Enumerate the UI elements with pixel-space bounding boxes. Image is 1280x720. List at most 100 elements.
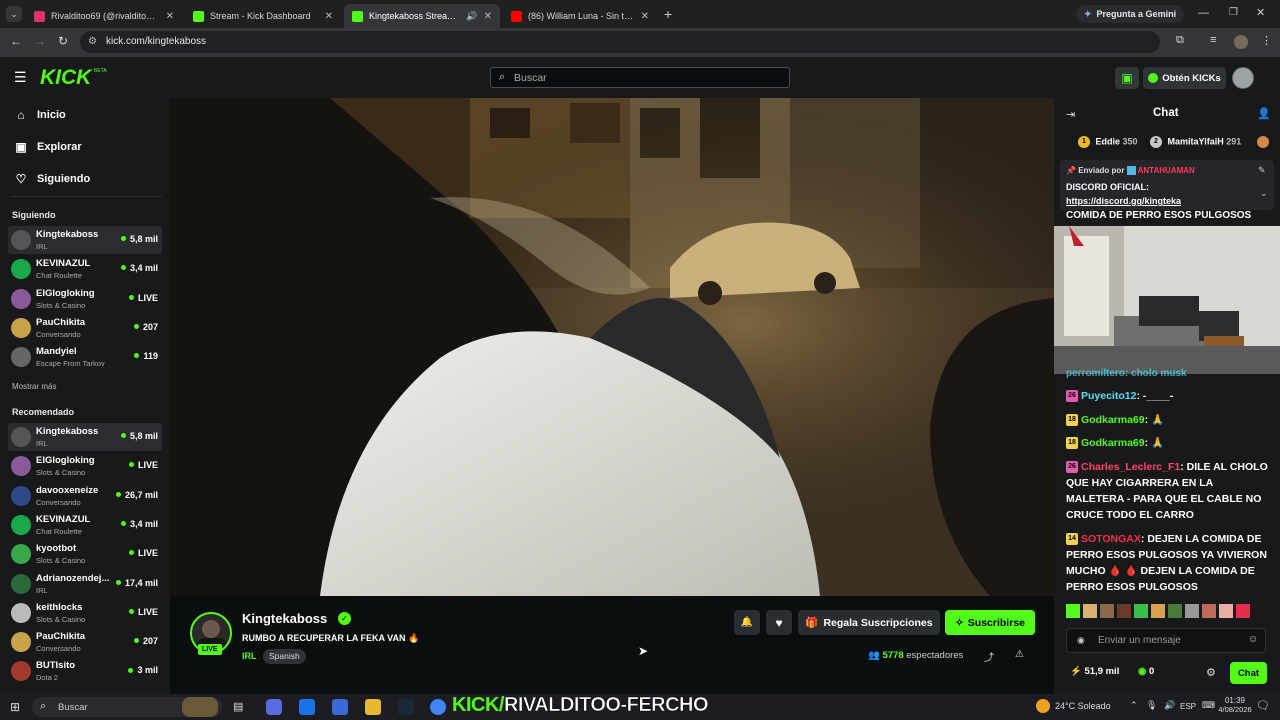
emote-icon[interactable] [1066, 604, 1080, 618]
search-input[interactable]: Buscar [514, 72, 547, 84]
chat-users-icon[interactable]: 👤 [1257, 107, 1271, 120]
emote-icon[interactable] [1100, 604, 1114, 618]
gift-kicks-icon[interactable]: ▣ [1115, 67, 1139, 89]
stream-category[interactable]: IRL [242, 651, 257, 661]
sidebar-channel[interactable]: BUTIsito Dota 2 3 mil [8, 657, 162, 685]
send-chat-button[interactable]: Chat [1230, 662, 1267, 684]
forward-icon[interactable]: → [34, 34, 46, 48]
pinned-message[interactable]: 📌 Enviado por ANTAHUAMAN ✎ DISCORD OFICI… [1060, 160, 1274, 210]
follow-heart-icon[interactable]: ♥ [766, 610, 792, 635]
notification-bell-icon[interactable]: 🔔 [734, 610, 760, 635]
sidebar-channel[interactable]: KEVINAZUL Chat Roulette 3,4 mil [8, 511, 162, 539]
file-explorer-icon[interactable] [365, 699, 381, 715]
sidebar-channel[interactable]: ElGlogloking Slots & Casino LIVE [8, 285, 162, 313]
weather-sun-icon[interactable] [1036, 699, 1050, 713]
clock[interactable]: 01:39 4/08/2026 [1218, 696, 1252, 714]
close-tab-icon[interactable]: ✕ [325, 11, 333, 22]
tray-chevron-icon[interactable]: ⌃ [1130, 700, 1138, 711]
chat-username[interactable]: Godkarma69 [1081, 414, 1145, 426]
new-tab-button[interactable]: + [664, 6, 672, 22]
gift-subs-button[interactable]: 🎁 Regala Suscripciones [798, 610, 940, 635]
reload-icon[interactable]: ↻ [58, 34, 68, 48]
sidebar-channel[interactable]: PauChikita Conversando 207 [8, 628, 162, 656]
browser-tab[interactable]: (86) William Luna - Sin tu Amor ✕ [503, 4, 657, 28]
browser-tab-active[interactable]: Kingtekaboss Stream - Wa 🔊 ✕ [344, 4, 500, 28]
copilot-icon[interactable] [266, 699, 282, 715]
sidebar-channel[interactable]: KEVINAZUL Chat Roulette 3,4 mil [8, 255, 162, 283]
address-bar[interactable]: ⚙ kick.com/kingtekaboss [80, 31, 1160, 53]
sidebar-channel[interactable]: Kingtekaboss IRL 5,8 mil [8, 226, 162, 254]
sidebar-channel[interactable]: Mandyiel Escape From Tarkov 119 [8, 343, 162, 371]
close-tab-icon[interactable]: ✕ [166, 11, 174, 22]
chat-username[interactable]: Charles_Leclerc_F1 [1081, 461, 1180, 473]
kicks-balance[interactable]: ◉ 0 [1138, 666, 1154, 677]
tab-search-icon[interactable]: ⌄ [6, 6, 22, 22]
chrome-icon[interactable] [430, 699, 446, 715]
profile-avatar[interactable] [1234, 35, 1248, 49]
emote-icon[interactable] [1134, 604, 1148, 618]
emote-icon[interactable] [1185, 604, 1199, 618]
volume-icon[interactable]: 🔊 [1164, 700, 1175, 711]
expand-chevron-icon[interactable]: ⌄ [1260, 188, 1268, 199]
close-window-icon[interactable]: ✕ [1256, 6, 1265, 19]
close-tab-icon[interactable]: ✕ [484, 11, 492, 22]
network-icon[interactable]: ⌨ [1202, 700, 1215, 711]
sidebar-nav-following[interactable]: ♡ Siguiendo [14, 172, 91, 186]
language-indicator[interactable]: ESP [1180, 702, 1196, 711]
notifications-icon[interactable]: 🗨 [1256, 699, 1270, 712]
speaker-icon[interactable]: 🔊 [466, 11, 477, 22]
store-icon[interactable] [332, 699, 348, 715]
show-more-link[interactable]: Mostrar más [12, 382, 56, 391]
sidebar-channel[interactable]: davooxeneize Conversando 26,7 mil [8, 482, 162, 510]
sidebar-channel[interactable]: ElGlogloking Slots & Casino LIVE [8, 452, 162, 480]
browser-menu-icon[interactable]: ⋮ [1261, 34, 1272, 47]
pinned-link[interactable]: https://discord.gg/kingteka [1066, 196, 1181, 206]
back-icon[interactable]: ← [10, 34, 22, 48]
steam-icon[interactable] [398, 699, 414, 715]
chat-username[interactable]: Godkarma69 [1081, 437, 1145, 449]
restore-window-icon[interactable]: ❐ [1229, 7, 1238, 18]
leaderboard-more-icon[interactable] [1257, 136, 1269, 148]
report-icon[interactable]: ⚠ [1015, 649, 1024, 660]
chat-input[interactable]: ◉ Enviar un mensaje ☺ [1066, 628, 1266, 653]
site-info-icon[interactable]: ⚙ [88, 36, 97, 47]
chat-settings-icon[interactable]: ⚙ [1206, 666, 1216, 679]
microphone-icon[interactable]: 🎙 [1146, 700, 1157, 711]
leaderboard-entry[interactable]: 1 Eddie 350 [1078, 136, 1138, 148]
sidebar-channel[interactable]: PauChikita Conversando 207 [8, 314, 162, 342]
kick-logo[interactable]: KICK [40, 66, 91, 90]
search-bar[interactable]: ⌕ Buscar [490, 67, 790, 88]
share-icon[interactable]: ⤴ [984, 649, 994, 664]
video-player[interactable] [170, 98, 1054, 596]
language-tag[interactable]: Spanish [263, 649, 306, 664]
emote-icon[interactable] [1202, 604, 1216, 618]
taskbar-search[interactable]: ⌕ Buscar [32, 697, 222, 717]
emote-icon[interactable] [1168, 604, 1182, 618]
hamburger-menu-icon[interactable]: ☰ [14, 70, 27, 84]
sidebar-channel[interactable]: Kingtekaboss IRL 5,8 mil [8, 423, 162, 451]
collapse-chat-icon[interactable]: ⇥ [1066, 108, 1075, 121]
get-kicks-button[interactable]: Obtén KICKs [1143, 67, 1226, 89]
task-view-icon[interactable]: ▤ [233, 700, 243, 713]
streamer-name[interactable]: Kingtekaboss [242, 611, 327, 626]
gemini-button[interactable]: ✦ Pregunta a Gemini [1076, 5, 1185, 23]
emote-icon[interactable] [1151, 604, 1165, 618]
sidebar-channel[interactable]: keithlocks Slots & Casino LIVE [8, 599, 162, 627]
chat-username[interactable]: Puyecito12 [1081, 390, 1136, 402]
emote-icon[interactable] [1083, 604, 1097, 618]
chat-mode-icon[interactable]: ◉ [1077, 635, 1085, 646]
emote-icon[interactable] [1236, 604, 1250, 618]
outlook-icon[interactable] [299, 699, 315, 715]
browser-tab[interactable]: Stream - Kick Dashboard ✕ [185, 4, 341, 28]
channel-points[interactable]: ⚡ 51,9 mil [1070, 666, 1119, 677]
sidebar-channel[interactable]: Adrianozendej... IRL 17,4 mil [8, 570, 162, 598]
close-tab-icon[interactable]: ✕ [641, 11, 649, 22]
sidebar-nav-explore[interactable]: ▣ Explorar [14, 140, 81, 154]
windows-start-icon[interactable]: ⊞ [10, 700, 20, 714]
subscribe-button[interactable]: ✧ Suscribirse [945, 610, 1035, 635]
unpin-icon[interactable]: ✎ [1258, 165, 1266, 176]
browser-tab[interactable]: Rivalditoo69 (@rivalditoo69) | ✕ [26, 4, 182, 28]
extensions-icon[interactable]: ⧉ [1176, 34, 1184, 47]
emote-icon[interactable] [1219, 604, 1233, 618]
sidebar-channel[interactable]: kyootbot Slots & Casino LIVE [8, 540, 162, 568]
